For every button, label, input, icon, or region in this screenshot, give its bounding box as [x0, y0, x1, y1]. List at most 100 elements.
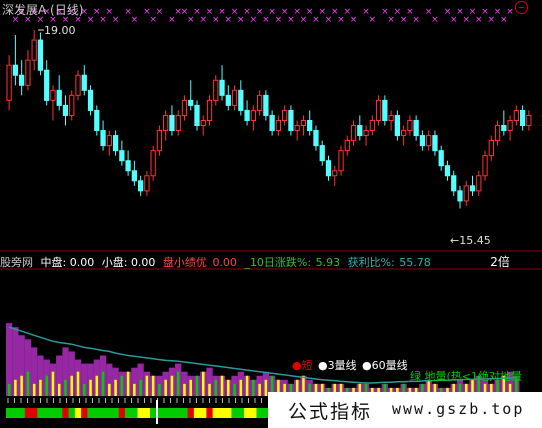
signal-cell — [6, 408, 13, 418]
cross-marker: × — [431, 15, 439, 25]
candle-body — [169, 114, 175, 132]
rise-value: 5.93 — [315, 256, 341, 269]
watermark-url: www.gszb.top — [392, 400, 525, 418]
candle-body — [457, 190, 463, 202]
candle-body — [25, 59, 31, 86]
signal-cell — [168, 408, 176, 418]
short-volume-bar — [183, 383, 186, 396]
legend-short: ●短 — [292, 358, 313, 372]
price-chart: × × × × × × × × × × × ×× × × × × × × × × × × × × × × × × × × × × × × × ×× × ×… — [0, 7, 542, 424]
signal-cell — [118, 408, 126, 418]
signal-cell — [237, 408, 245, 418]
candle-body — [144, 175, 150, 192]
signal-cell — [37, 408, 45, 418]
signal-cell — [93, 408, 101, 418]
signal-cell — [175, 408, 182, 418]
cross-marker: × — [287, 15, 295, 25]
candle-body — [181, 99, 188, 116]
multiplier-label: 2倍 — [490, 255, 510, 269]
short-volume-bar — [158, 383, 161, 396]
cross-marker: × — [131, 15, 139, 25]
cross-marker: × — [450, 15, 458, 25]
signal-cell — [24, 408, 32, 418]
candle-body — [194, 104, 200, 127]
candle-body — [106, 135, 112, 147]
candle-body — [131, 170, 138, 182]
short-volume-bar — [214, 379, 218, 396]
signal-cell — [12, 408, 20, 418]
signal-cell — [162, 408, 170, 418]
signal-cell — [106, 408, 113, 418]
short-volume-bar — [133, 383, 136, 396]
candle-body — [50, 89, 56, 101]
candle-body — [238, 89, 244, 111]
candle-body — [282, 109, 288, 121]
candle-body — [87, 89, 94, 111]
signal-cell — [212, 408, 220, 418]
candle-body — [444, 165, 451, 177]
signal-cell — [181, 408, 189, 418]
short-volume-bar — [258, 383, 261, 396]
short-volume-bar — [233, 383, 236, 396]
cross-marker: × — [325, 15, 333, 25]
short-volume-bar — [101, 371, 105, 396]
short-volume-bar — [151, 375, 155, 396]
candle-body — [75, 74, 81, 96]
candle-body — [307, 119, 313, 132]
signal-cell — [18, 408, 26, 418]
candle-body — [200, 119, 206, 127]
minimize-icon[interactable] — [515, 1, 528, 14]
candle-body — [69, 94, 75, 116]
signal-cell — [112, 408, 120, 418]
short-volume-bar — [114, 379, 117, 396]
cross-marker: × — [275, 15, 283, 25]
short-volume-bar — [64, 379, 67, 396]
short-volume-bar — [220, 375, 224, 396]
candle-body — [175, 114, 181, 132]
signal-cell — [187, 408, 195, 418]
candle-body — [419, 135, 426, 147]
candle-body — [213, 79, 219, 101]
signal-cell — [49, 408, 57, 418]
candle-body — [12, 64, 19, 76]
short-volume-bar — [14, 379, 17, 396]
mid-value: 0.00 — [69, 256, 95, 269]
cross-marker: × — [400, 15, 408, 25]
candle-body — [375, 99, 382, 121]
rise-label: _10日涨跌%: — [244, 256, 312, 269]
cross-marker: × — [369, 15, 377, 25]
short-volume-bar — [51, 371, 55, 396]
short-volume-bar — [201, 371, 205, 396]
cross-marker: × — [199, 15, 207, 25]
candle-body — [156, 130, 163, 152]
candle-body — [513, 109, 519, 121]
candle-body — [125, 160, 131, 172]
short-volume-bar — [145, 375, 149, 396]
cross-marker: × — [168, 15, 176, 25]
candle-body — [476, 175, 482, 192]
signal-cell — [62, 408, 70, 418]
candle-body — [250, 109, 256, 121]
short-volume-bar — [20, 375, 23, 396]
short-volume-bar — [208, 383, 211, 396]
signal-cell — [56, 408, 63, 418]
candle-body — [438, 150, 444, 167]
signal-cell — [31, 408, 38, 418]
short-volume-bar — [195, 375, 199, 396]
candle-body — [338, 150, 344, 172]
short-volume-bar — [176, 371, 180, 396]
candle-body — [112, 135, 119, 152]
candle-body — [382, 99, 388, 121]
candle-body — [313, 130, 319, 147]
short-volume-bar — [76, 371, 80, 396]
candle-body — [363, 130, 369, 137]
short-volume-bar — [39, 379, 42, 396]
short-volume-bar — [164, 379, 167, 396]
profit-label: 获利比%: — [347, 256, 395, 269]
candle-body — [325, 160, 332, 177]
cross-marker: × — [387, 15, 395, 25]
candle-body — [526, 114, 532, 127]
perf-label: 盘小绩优 — [162, 256, 207, 269]
indicator-bar: 股旁网 中盘: 0.00 小盘: 0.00 盘小绩优 0.00 _10日涨跌%:… — [0, 253, 542, 269]
candle-body — [231, 89, 238, 106]
